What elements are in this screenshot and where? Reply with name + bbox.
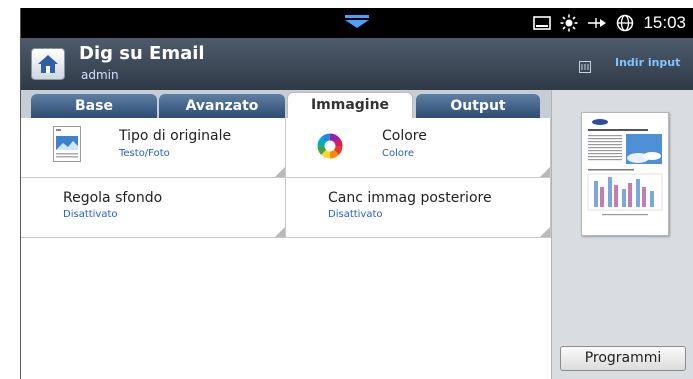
status-bar: 15:03 [21,8,693,38]
document-preview[interactable] [581,112,669,236]
tab-base[interactable]: Base [31,94,157,118]
sun-icon[interactable] [560,14,578,32]
backside-erase-label: Canc immag posteriore [328,190,492,206]
app-header: Dig su Email admin Indir input [21,38,693,90]
tray-icon[interactable] [533,16,552,30]
cell-corner-indicator [540,167,550,177]
backside-erase-value: Disattivato [328,209,383,220]
keyboard-icon[interactable] [579,58,591,77]
background-adjust-label: Regola sfondo [63,190,163,206]
tab-avanzato[interactable]: Avanzato [159,94,285,118]
option-color[interactable]: Colore Colore [286,118,551,178]
option-backside-erase[interactable]: Canc immag posteriore Disattivato [286,178,551,238]
cell-corner-indicator [275,227,285,237]
original-type-value: Testo/Foto [119,148,170,159]
cell-corner-indicator [275,167,285,177]
home-icon [38,55,58,73]
input-address-button[interactable]: Indir input [615,56,680,69]
cell-corner-indicator [540,227,550,237]
user-name: admin [81,68,119,82]
color-label: Colore [382,128,427,144]
preview-panel: Programmi [551,90,693,379]
home-button[interactable] [31,48,65,80]
color-wheel-icon [316,132,344,164]
background-adjust-value: Disattivato [63,209,118,220]
status-icons: 15:03 [533,12,686,34]
programs-button[interactable]: Programmi [560,346,686,371]
notification-pull-icon[interactable] [344,14,370,33]
page-title: Dig su Email [79,43,205,64]
tab-bar: Base Avanzato Immagine Output [21,90,554,119]
option-original-type[interactable]: Tipo di originale Testo/Foto [21,118,286,178]
color-value: Colore [382,148,415,159]
option-background-adjust[interactable]: Regola sfondo Disattivato [21,178,286,238]
globe-icon[interactable] [616,14,634,32]
network-arrow-icon[interactable] [587,16,607,30]
status-time: 15:03 [643,13,686,32]
device-screen: 15:03 Dig su Email admin Indir input Bas… [20,8,693,379]
original-type-icon [53,126,81,166]
original-type-label: Tipo di originale [119,128,232,144]
preview-page-image [587,119,663,216]
options-panel: Tipo di originale Testo/Foto Colore Colo… [21,118,551,379]
tab-immagine[interactable]: Immagine [287,92,413,119]
tab-output[interactable]: Output [416,94,540,118]
